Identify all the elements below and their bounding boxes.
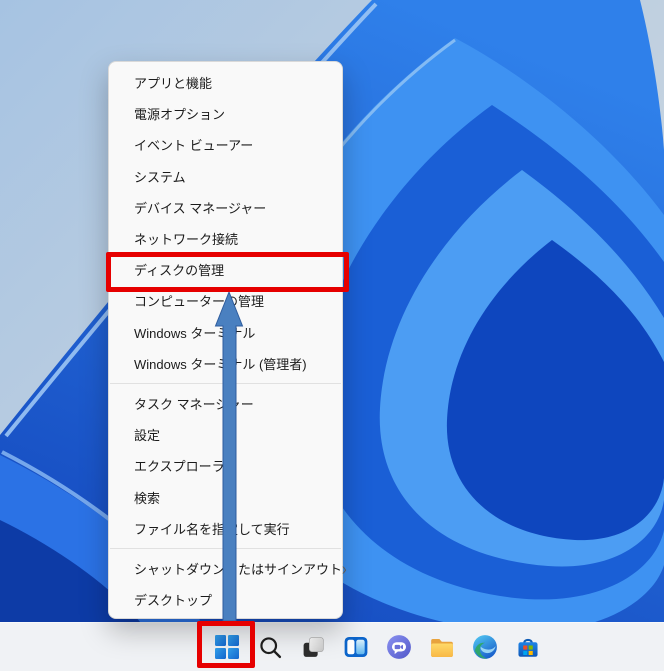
menu-item-settings[interactable]: 設定 <box>109 419 342 450</box>
menu-item-power-options[interactable]: 電源オプション <box>109 98 342 129</box>
menu-item-label: エクスプローラー <box>134 459 238 475</box>
chevron-right-icon: › <box>342 558 347 579</box>
menu-item-label: イベント ビューアー <box>134 138 254 154</box>
chat-button[interactable] <box>379 627 419 667</box>
menu-item-task-manager[interactable]: タスク マネージャー <box>109 388 342 419</box>
menu-separator <box>110 382 341 384</box>
menu-item-windows-terminal-admin[interactable]: Windows ターミナル (管理者) <box>109 348 342 379</box>
menu-item-label: デバイス マネージャー <box>134 200 267 216</box>
highlight-box-start-button <box>197 621 255 668</box>
menu-item-label: 検索 <box>134 490 161 506</box>
menu-item-label: 電源オプション <box>134 107 226 123</box>
menu-item-label: ファイル名を指定して実行 <box>134 521 290 537</box>
menu-item-desktop[interactable]: デスクトップ <box>109 584 342 615</box>
task-view-icon <box>303 636 324 657</box>
menu-item-label: タスク マネージャー <box>134 396 254 412</box>
store-button[interactable] <box>508 627 548 667</box>
menu-item-run[interactable]: ファイル名を指定して実行 <box>109 513 342 544</box>
desktop: アプリと機能 電源オプション イベント ビューアー システム デバイス マネージ… <box>0 0 664 671</box>
menu-item-label: Windows ターミナル (管理者) <box>134 356 307 372</box>
highlight-box-disk-management <box>106 252 349 292</box>
menu-item-file-explorer[interactable]: エクスプローラー <box>109 450 342 481</box>
menu-item-windows-terminal[interactable]: Windows ターミナル <box>109 317 342 348</box>
widgets-button[interactable] <box>336 627 376 667</box>
folder-icon <box>431 638 453 657</box>
menu-item-label: シャットダウンまたはサインアウト <box>134 561 343 577</box>
widgets-icon <box>344 637 368 657</box>
task-view-button[interactable] <box>293 627 333 667</box>
menu-item-device-manager[interactable]: デバイス マネージャー <box>109 192 342 223</box>
menu-item-network-connections[interactable]: ネットワーク接続 <box>109 223 342 254</box>
menu-item-label: Windows ターミナル <box>134 325 256 341</box>
edge-icon <box>473 635 497 659</box>
chat-icon <box>387 635 411 659</box>
menu-item-label: コンピューターの管理 <box>134 294 265 310</box>
winx-context-menu: アプリと機能 電源オプション イベント ビューアー システム デバイス マネージ… <box>108 61 347 619</box>
menu-separator <box>110 547 341 549</box>
menu-item-apps-and-features[interactable]: アプリと機能 <box>109 67 342 98</box>
menu-item-label: ネットワーク接続 <box>134 232 239 248</box>
store-icon <box>518 638 538 657</box>
menu-item-label: デスクトップ <box>134 593 213 609</box>
menu-item-search[interactable]: 検索 <box>109 481 342 512</box>
search-button[interactable] <box>250 627 290 667</box>
menu-item-label: 設定 <box>134 428 161 444</box>
menu-item-label: アプリと機能 <box>134 76 213 92</box>
file-explorer-button[interactable] <box>422 627 462 667</box>
menu-item-event-viewer[interactable]: イベント ビューアー <box>109 129 342 160</box>
menu-item-label: システム <box>134 169 186 185</box>
menu-item-system[interactable]: システム <box>109 161 342 192</box>
edge-button[interactable] <box>465 627 505 667</box>
search-icon <box>259 636 281 658</box>
menu-item-shutdown-or-sign-out[interactable]: シャットダウンまたはサインアウト › <box>109 553 347 584</box>
taskbar <box>0 622 664 671</box>
